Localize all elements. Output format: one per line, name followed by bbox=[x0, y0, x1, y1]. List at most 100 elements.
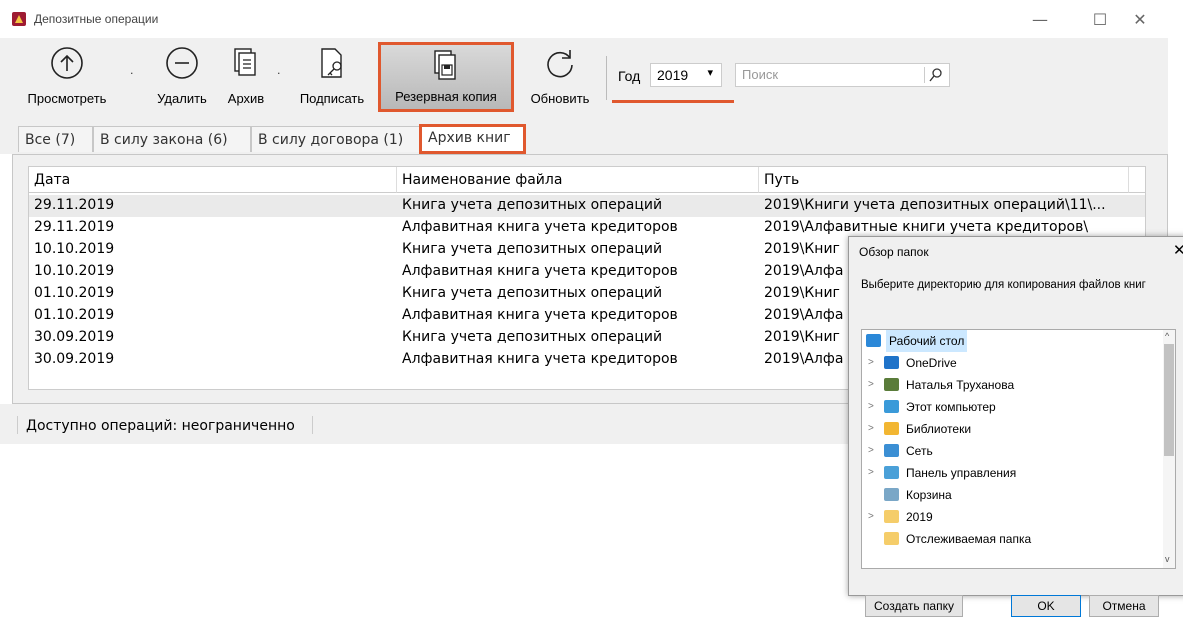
tree-item-label: Наталья Труханова bbox=[906, 378, 1015, 392]
expand-chevron-icon[interactable]: > bbox=[868, 462, 880, 484]
cell-date: 29.11.2019 bbox=[34, 219, 115, 235]
user-icon bbox=[884, 378, 899, 391]
document-key-icon bbox=[321, 48, 342, 78]
tree-item-label: Отслеживаемая папка bbox=[906, 532, 1032, 546]
tab-all[interactable]: Все (7) bbox=[18, 126, 93, 152]
tree-item[interactable]: Отслеживаемая папка bbox=[862, 528, 1160, 550]
expand-chevron-icon[interactable]: > bbox=[868, 352, 880, 374]
column-header-file-name[interactable]: Наименование файла bbox=[397, 167, 759, 193]
folder-icon bbox=[884, 532, 899, 545]
cell-file-name: Алфавитная книга учета кредиторов bbox=[402, 219, 678, 235]
cell-file-name: Алфавитная книга учета кредиторов bbox=[402, 351, 678, 367]
tree-item-label: Рабочий стол bbox=[886, 330, 968, 352]
tree-item[interactable]: > Этот компьютер bbox=[862, 396, 1160, 418]
tree-item-label: Этот компьютер bbox=[906, 400, 996, 414]
tree-scroll-up-icon[interactable]: ^ bbox=[1165, 331, 1169, 341]
expand-chevron-icon[interactable]: > bbox=[868, 396, 880, 418]
column-header-date[interactable]: Дата bbox=[29, 167, 397, 193]
minus-circle-icon bbox=[166, 47, 198, 79]
toolbar-separator bbox=[606, 56, 607, 100]
tree-item[interactable]: > Наталья Труханова bbox=[862, 374, 1160, 396]
tree-item[interactable]: Рабочий стол bbox=[862, 330, 1160, 352]
cell-date: 10.10.2019 bbox=[34, 241, 115, 257]
dialog-close-button[interactable]: ✕ bbox=[1173, 241, 1183, 259]
cell-date: 29.11.2019 bbox=[34, 197, 115, 213]
search-separator bbox=[924, 67, 925, 83]
cell-date: 30.09.2019 bbox=[34, 329, 115, 345]
expand-chevron-icon[interactable]: > bbox=[868, 506, 880, 528]
tree-item[interactable]: > Панель управления bbox=[862, 462, 1160, 484]
view-button[interactable]: Просмотреть bbox=[12, 42, 122, 114]
onedrive-icon bbox=[884, 356, 899, 369]
tree-item-label: 2019 bbox=[906, 510, 933, 524]
computer-icon bbox=[884, 400, 899, 413]
table-row[interactable]: 29.11.2019 Книга учета депозитных операци… bbox=[29, 195, 1145, 217]
folder-icon bbox=[884, 510, 899, 523]
desktop-icon bbox=[866, 334, 881, 347]
backup-label: Резервная копия bbox=[395, 89, 497, 104]
cell-date: 01.10.2019 bbox=[34, 285, 115, 301]
tree-item[interactable]: > Сеть bbox=[862, 440, 1160, 462]
column-header-filler bbox=[1129, 167, 1145, 193]
cell-date: 01.10.2019 bbox=[34, 307, 115, 323]
control-panel-icon bbox=[884, 466, 899, 479]
sign-button[interactable]: Подписать bbox=[288, 42, 376, 114]
tab-by-law[interactable]: В силу закона (6) bbox=[93, 126, 251, 152]
refresh-icon bbox=[547, 50, 573, 78]
status-separator bbox=[17, 416, 18, 434]
tree-item[interactable]: Корзина bbox=[862, 484, 1160, 506]
expand-chevron-icon[interactable]: > bbox=[868, 418, 880, 440]
view-dropdown-arrow[interactable]: . bbox=[130, 64, 134, 77]
cell-path: 2019\Книги учета депозитных операций\11\… bbox=[764, 197, 1106, 213]
app-icon bbox=[12, 12, 26, 26]
dialog-prompt: Выберите директорию для копирования файл… bbox=[861, 279, 1146, 291]
year-label: Год bbox=[618, 68, 641, 84]
refresh-label: Обновить bbox=[530, 91, 590, 106]
tree-item[interactable]: >2019 bbox=[862, 506, 1160, 528]
search-placeholder: Поиск bbox=[742, 67, 779, 82]
cell-date: 30.09.2019 bbox=[34, 351, 115, 367]
refresh-button[interactable]: Обновить bbox=[522, 42, 598, 114]
dialog-title: Обзор папок bbox=[859, 245, 929, 259]
tab-book-archive[interactable]: Архив книг bbox=[419, 124, 526, 154]
sign-label: Подписать bbox=[299, 91, 365, 106]
ok-button[interactable]: OK bbox=[1011, 595, 1081, 617]
tab-by-contract[interactable]: В силу договора (1) bbox=[251, 126, 421, 152]
new-folder-button[interactable]: Создать папку bbox=[865, 595, 963, 617]
archive-dropdown-arrow[interactable]: . bbox=[277, 64, 281, 77]
tree-item[interactable]: > OneDrive bbox=[862, 352, 1160, 374]
tree-item-label: OneDrive bbox=[906, 356, 957, 370]
network-icon bbox=[884, 444, 899, 457]
cancel-button[interactable]: Отмена bbox=[1089, 595, 1159, 617]
documents-stack-icon bbox=[234, 48, 256, 76]
tree-scroll-down-icon[interactable]: v bbox=[1165, 554, 1170, 564]
cell-path: 2019\Алфавитные книги учета кредиторов\ bbox=[764, 219, 1089, 235]
tree-scroll-thumb[interactable] bbox=[1164, 344, 1174, 456]
window-title: Депозитные операции bbox=[34, 12, 159, 26]
delete-button[interactable]: Удалить bbox=[146, 42, 218, 114]
search-input[interactable]: Поиск bbox=[735, 63, 950, 87]
tree-item[interactable]: > Библиотеки bbox=[862, 418, 1160, 440]
status-text: Доступно операций: неограниченно bbox=[26, 418, 295, 434]
minimize-button[interactable]: — bbox=[1017, 8, 1063, 32]
tree-item-label: Корзина bbox=[906, 488, 952, 502]
title-bar: Депозитные операции — ☐ ✕ bbox=[0, 0, 1183, 38]
tree-item-label: Панель управления bbox=[906, 466, 1017, 480]
cell-file-name: Книга учета депозитных операций bbox=[402, 329, 663, 345]
column-header-path[interactable]: Путь bbox=[759, 167, 1129, 193]
expand-chevron-icon[interactable]: > bbox=[868, 440, 880, 462]
year-highlight-underline bbox=[612, 100, 734, 103]
archive-button[interactable]: Архив bbox=[220, 42, 272, 114]
delete-label: Удалить bbox=[157, 91, 207, 106]
expand-chevron-icon[interactable]: > bbox=[868, 374, 880, 396]
tree-item-label: Сеть bbox=[906, 444, 933, 458]
backup-button[interactable]: Резервная копия bbox=[378, 42, 514, 112]
year-select[interactable]: 2019 ▾ bbox=[650, 63, 722, 87]
toolbar: Просмотреть . Удалить Архив . Подписать … bbox=[0, 38, 1168, 120]
folder-tree: Рабочий стол > OneDrive > Наталья Труханова >… bbox=[861, 329, 1176, 569]
cell-file-name: Книга учета депозитных операций bbox=[402, 285, 663, 301]
search-icon[interactable] bbox=[929, 67, 943, 83]
close-button[interactable]: ✕ bbox=[1117, 8, 1163, 32]
browse-folder-dialog: Обзор папок ✕ Выберите директорию для ко… bbox=[848, 236, 1183, 617]
recycle-bin-icon bbox=[884, 488, 899, 501]
